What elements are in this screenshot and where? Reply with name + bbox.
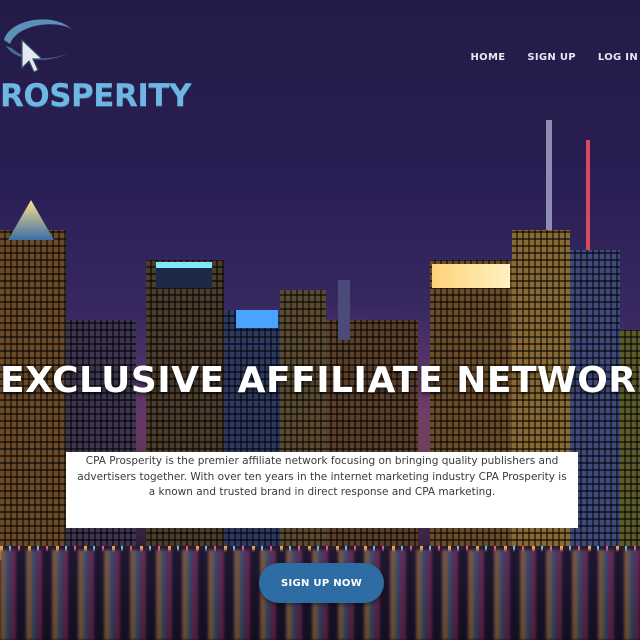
hero-description: CPA Prosperity is the premier affiliate … — [77, 455, 567, 498]
cursor-arrow-swoosh-icon — [4, 19, 72, 73]
antenna — [586, 140, 590, 250]
building-top-light — [432, 264, 510, 288]
nav-sign-up[interactable]: SIGN UP — [527, 52, 576, 63]
antenna — [338, 280, 350, 340]
nav-home[interactable]: HOME — [471, 52, 506, 63]
logo-wordmark: ROSPERITY — [0, 78, 191, 114]
building-top-light — [156, 262, 212, 288]
site-logo[interactable]: ROSPERITY — [0, 6, 191, 114]
hero-description-box: CPA Prosperity is the premier affiliate … — [66, 452, 578, 528]
main-nav: HOME SIGN UP LOG IN — [471, 52, 639, 63]
antenna — [546, 120, 552, 230]
building-sign — [236, 310, 278, 328]
hero-headline: EXCLUSIVE AFFILIATE NETWORK — [0, 360, 640, 401]
sign-up-now-button[interactable]: SIGN UP NOW — [259, 563, 384, 603]
building-spire — [8, 200, 54, 240]
nav-log-in[interactable]: LOG IN — [598, 52, 638, 63]
